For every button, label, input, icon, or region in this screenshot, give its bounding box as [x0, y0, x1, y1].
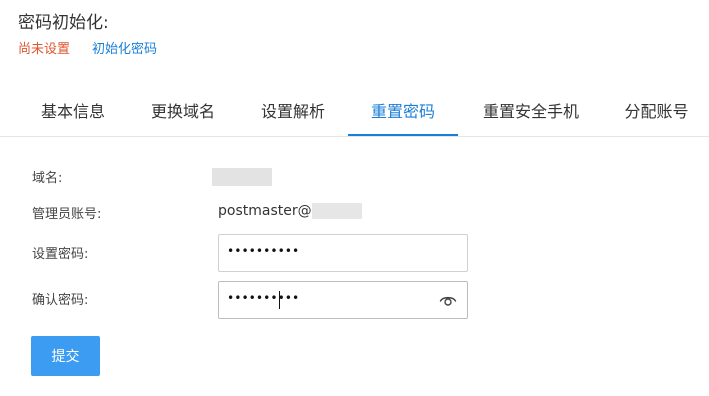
- password-status: 尚未设置: [18, 42, 71, 57]
- set-password-label: 设置密码:: [32, 247, 89, 262]
- confirm-password-input[interactable]: ••••••••••: [218, 281, 468, 319]
- eye-icon[interactable]: [439, 292, 457, 310]
- set-password-value: ••••••••••: [227, 244, 300, 258]
- text-caret: [279, 291, 280, 309]
- confirm-password-label: 确认密码:: [32, 293, 89, 308]
- tab-basic-info[interactable]: 基本信息: [18, 94, 128, 134]
- set-password-input[interactable]: ••••••••••: [218, 234, 468, 272]
- tab-assign-accounts[interactable]: 分配账号: [604, 94, 709, 134]
- domain-label: 域名:: [32, 171, 63, 186]
- admin-domain-redacted: [312, 203, 362, 219]
- tab-bar: 基本信息 更换域名 设置解析 重置密码 重置安全手机 分配账号: [0, 94, 709, 137]
- admin-account-label: 管理员账号:: [32, 207, 102, 222]
- domain-value-redacted: [212, 168, 272, 186]
- page-title: 密码初始化:: [18, 13, 109, 33]
- initialize-password-link[interactable]: 初始化密码: [92, 38, 157, 57]
- tab-change-domain[interactable]: 更换域名: [128, 94, 238, 134]
- submit-button[interactable]: 提交: [31, 336, 100, 376]
- tab-dns-settings[interactable]: 设置解析: [238, 94, 348, 134]
- tab-reset-security-phone[interactable]: 重置安全手机: [458, 94, 604, 134]
- admin-account-value: postmaster@: [218, 203, 312, 219]
- tab-reset-password[interactable]: 重置密码: [348, 94, 458, 136]
- confirm-password-value: ••••••••••: [227, 291, 300, 305]
